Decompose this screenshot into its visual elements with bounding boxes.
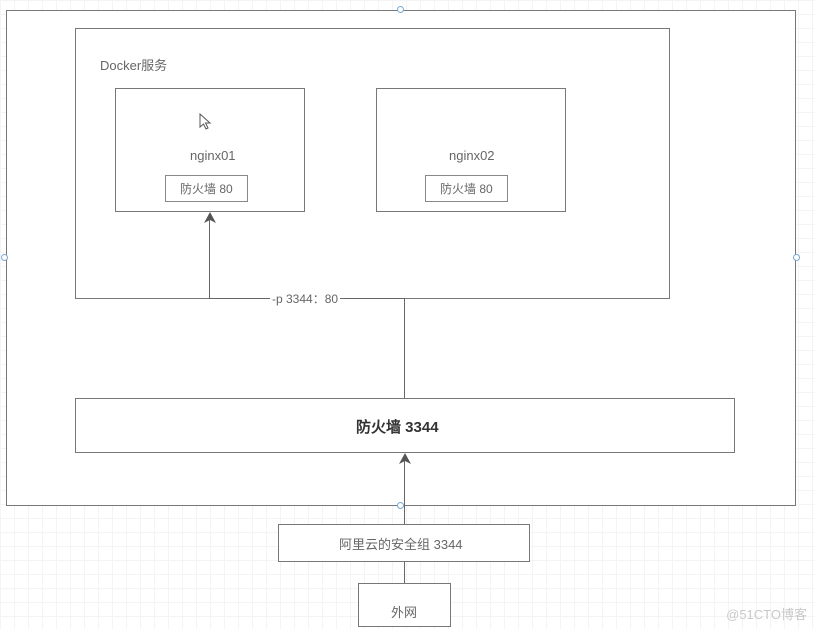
selection-handle[interactable] [1, 254, 8, 261]
arrow-up-icon [203, 212, 217, 224]
edge-portmap [404, 299, 405, 398]
cursor-icon [199, 113, 213, 134]
edge-portmap [209, 218, 210, 299]
external-label: 外网 [391, 602, 417, 621]
docker-group-label: Docker服务 [100, 55, 167, 74]
arrow-up-icon [398, 453, 412, 465]
port-mapping-label: -p 3344：80 [270, 290, 340, 307]
edge-external-aliyun [404, 562, 405, 583]
edge-aliyun-firewall [404, 459, 405, 524]
nginx01-firewall: 防火墙 80 [165, 175, 248, 202]
diagram-canvas: Docker服务 nginx01 防火墙 80 nginx02 防火墙 80 防… [0, 0, 815, 629]
nginx02-firewall: 防火墙 80 [425, 175, 508, 202]
firewall-main-label: 防火墙 3344 [356, 416, 439, 437]
selection-handle[interactable] [397, 502, 404, 509]
selection-handle[interactable] [793, 254, 800, 261]
nginx01-name: nginx01 [190, 148, 236, 163]
selection-handle[interactable] [397, 6, 404, 13]
aliyun-sg-label: 阿里云的安全组 3344 [339, 534, 463, 553]
nginx02-name: nginx02 [449, 148, 495, 163]
watermark: @51CTO博客 [726, 604, 807, 623]
